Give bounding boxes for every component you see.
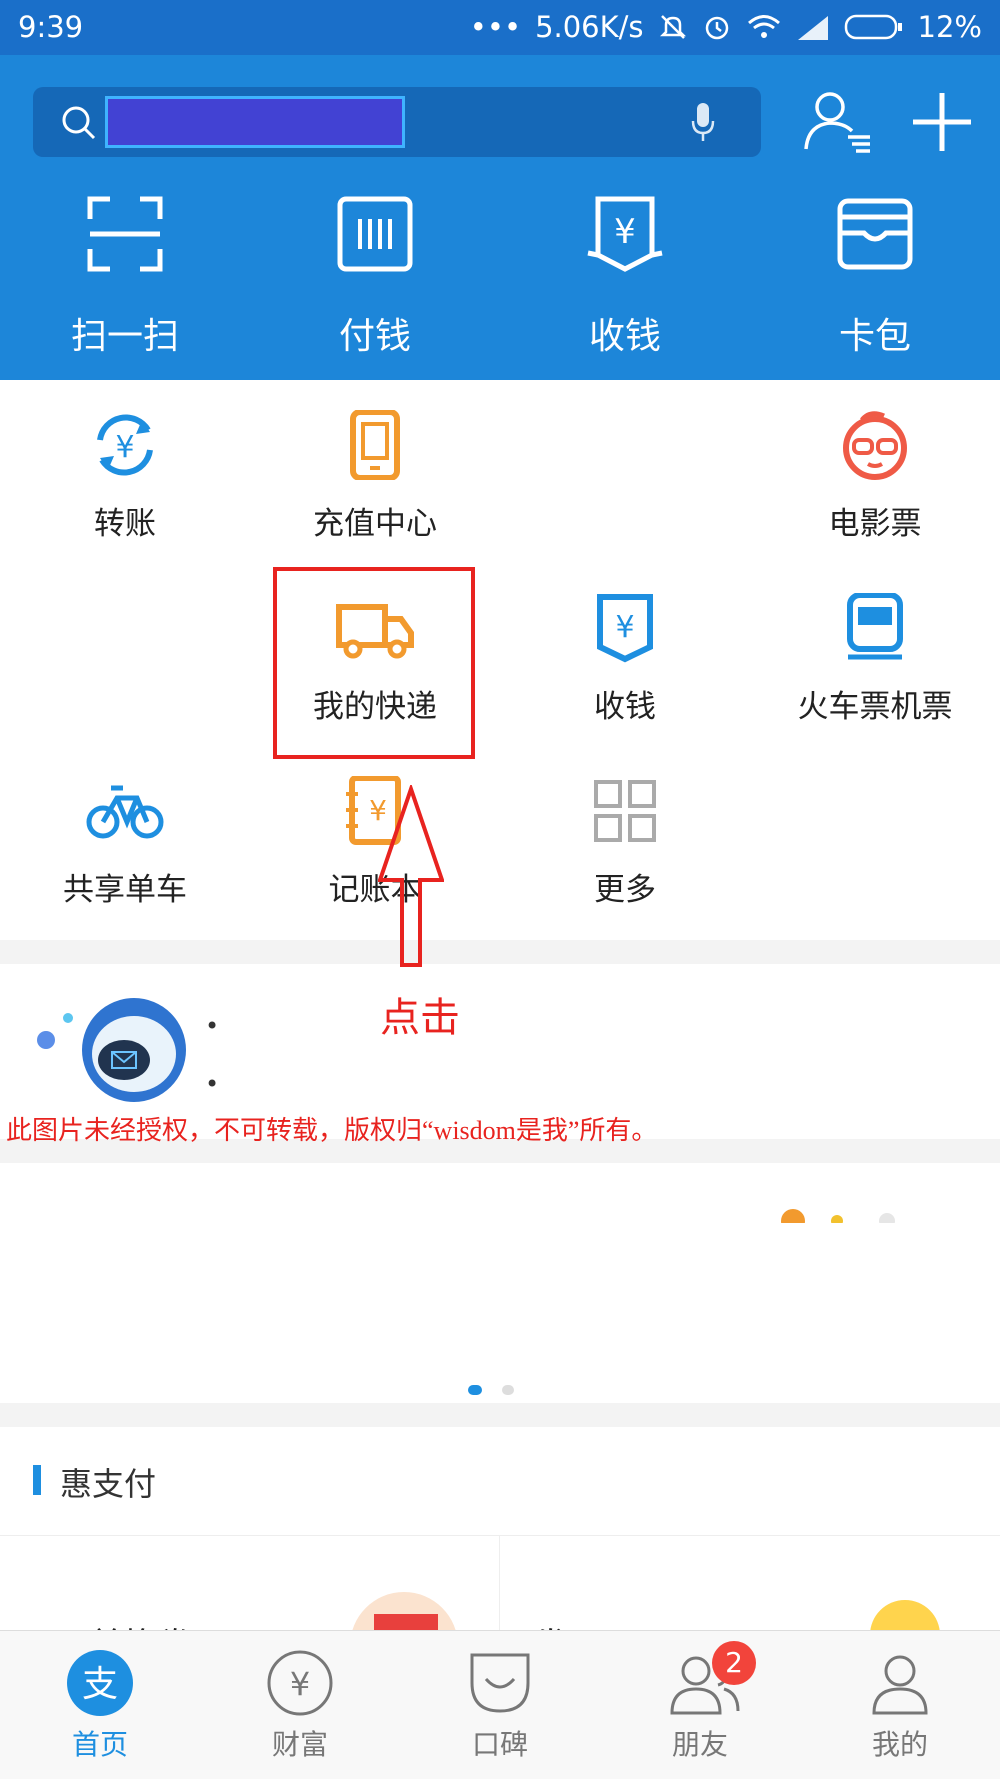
watermark-text: 此图片未经授权，不可转载，版权归“wisdom是我”所有。 <box>6 1116 658 1145</box>
koubei-icon <box>470 1653 530 1713</box>
grid-item-bike[interactable]: 共享单车 <box>0 746 250 926</box>
grid-item-more[interactable]: 更多 <box>500 746 750 926</box>
wifi-icon <box>747 15 780 38</box>
movie-ticket-icon <box>843 411 907 480</box>
tab-wealth[interactable]: ¥ 财富 <box>200 1631 400 1779</box>
tab-label: 财富 <box>271 1728 328 1761</box>
more-grid-icon <box>594 780 656 842</box>
status-time: 9:39 <box>18 10 84 44</box>
more-dots-icon: ••• <box>469 10 522 44</box>
friends-badge: 2 <box>712 1641 756 1685</box>
search-icon <box>62 106 96 140</box>
network-speed: 5.06K/s <box>535 10 644 44</box>
annotation-arrow <box>378 785 444 967</box>
battery-icon <box>844 14 902 40</box>
tab-home[interactable]: 支 首页 <box>0 1631 200 1779</box>
receive-money-icon: ¥ <box>597 594 653 663</box>
contacts-icon[interactable] <box>800 85 874 159</box>
search-bar[interactable] <box>33 87 761 157</box>
alipay-home-icon: 支 <box>67 1650 133 1716</box>
header: 扫一扫 付钱 ¥ 收钱 卡包 <box>0 55 1000 380</box>
app-grid: ¥ 转账 充值中心 电影票 我的快递 ¥ 收钱 火车票机票 共享单车 ¥ 记账本… <box>0 380 1000 940</box>
grid-item-label: 更多 <box>594 872 656 908</box>
carousel-dot-active <box>468 1385 482 1395</box>
svg-text:¥: ¥ <box>615 610 634 645</box>
battery-percent: 12% <box>917 10 982 44</box>
quick-receive-label: 收钱 <box>588 316 661 357</box>
banner-carousel[interactable] <box>0 1163 1000 1403</box>
robot-mascot-icon <box>37 998 186 1102</box>
tab-label: 朋友 <box>671 1728 728 1761</box>
tab-label: 首页 <box>71 1728 128 1761</box>
grid-item-label: 共享单车 <box>63 872 187 908</box>
grid-item-label: 火车票机票 <box>797 689 953 725</box>
carousel-dot <box>502 1385 514 1395</box>
highlight-box <box>273 567 475 759</box>
bullet-dot: • <box>205 1012 220 1040</box>
receive-money-icon: ¥ <box>587 196 663 272</box>
transfer-icon: ¥ <box>97 414 153 476</box>
quick-pay-label: 付钱 <box>338 316 411 357</box>
alarm-icon <box>705 16 728 40</box>
grid-item-ledger[interactable]: ¥ 记账本 <box>250 746 500 926</box>
grid-item-label: 记账本 <box>328 872 422 908</box>
grid-item-train[interactable]: 火车票机票 <box>750 563 1000 743</box>
quick-scan-label: 扫一扫 <box>70 316 179 357</box>
svg-text:¥: ¥ <box>614 212 636 252</box>
bottom-tab-bar: 支 首页 ¥ 财富 口碑 2 朋友 我的 <box>0 1630 1000 1779</box>
card-wallet-icon <box>837 198 913 270</box>
quick-cards[interactable]: 卡包 <box>750 185 1000 365</box>
tab-label: 我的 <box>871 1728 928 1761</box>
quick-scan[interactable]: 扫一扫 <box>0 185 250 365</box>
add-icon[interactable] <box>905 85 979 159</box>
profile-icon <box>872 1655 928 1715</box>
grid-item-movie[interactable]: 电影票 <box>750 380 1000 560</box>
tab-label: 口碑 <box>471 1728 528 1761</box>
grid-item-topup[interactable]: 充值中心 <box>250 380 500 560</box>
svg-text:¥: ¥ <box>290 1665 310 1703</box>
tab-koubei[interactable]: 口碑 <box>400 1631 600 1779</box>
grid-item-label: 收钱 <box>594 689 656 725</box>
quick-cards-label: 卡包 <box>838 316 911 357</box>
grid-item-transfer[interactable]: ¥ 转账 <box>0 380 250 560</box>
mute-icon <box>659 15 686 39</box>
pay-barcode-icon <box>337 196 413 272</box>
status-bar: 9:39 ••• 5.06K/s 12% <box>0 0 1000 55</box>
svg-text:¥: ¥ <box>115 430 134 465</box>
scan-icon <box>87 196 163 272</box>
grid-item-label: 电影票 <box>828 506 922 542</box>
grid-item-label: 转账 <box>94 506 156 542</box>
train-icon <box>847 593 903 660</box>
svg-text:支: 支 <box>82 1664 118 1705</box>
bullet-dot: • <box>205 1070 220 1098</box>
microphone-icon[interactable] <box>688 101 718 145</box>
section-title: 惠支付 <box>60 1465 157 1503</box>
grid-item-receive[interactable]: ¥ 收钱 <box>500 563 750 743</box>
wealth-icon: ¥ <box>267 1650 333 1716</box>
section-accent-bar <box>33 1465 41 1495</box>
bike-icon <box>86 785 164 839</box>
banner-decoration <box>781 1209 895 1223</box>
tab-friends[interactable]: 2 朋友 <box>600 1631 800 1779</box>
search-input-redacted[interactable] <box>105 96 405 148</box>
tab-mine[interactable]: 我的 <box>800 1631 1000 1779</box>
annotation-click-text: 点击 <box>380 995 460 1040</box>
status-icons: ••• 5.06K/s 12% <box>470 10 982 44</box>
quick-pay[interactable]: 付钱 <box>250 185 500 365</box>
quick-receive[interactable]: ¥ 收钱 <box>500 185 750 365</box>
grid-item-label: 充值中心 <box>313 506 437 542</box>
signal-icon <box>797 16 828 40</box>
phone-topup-icon <box>350 410 400 480</box>
